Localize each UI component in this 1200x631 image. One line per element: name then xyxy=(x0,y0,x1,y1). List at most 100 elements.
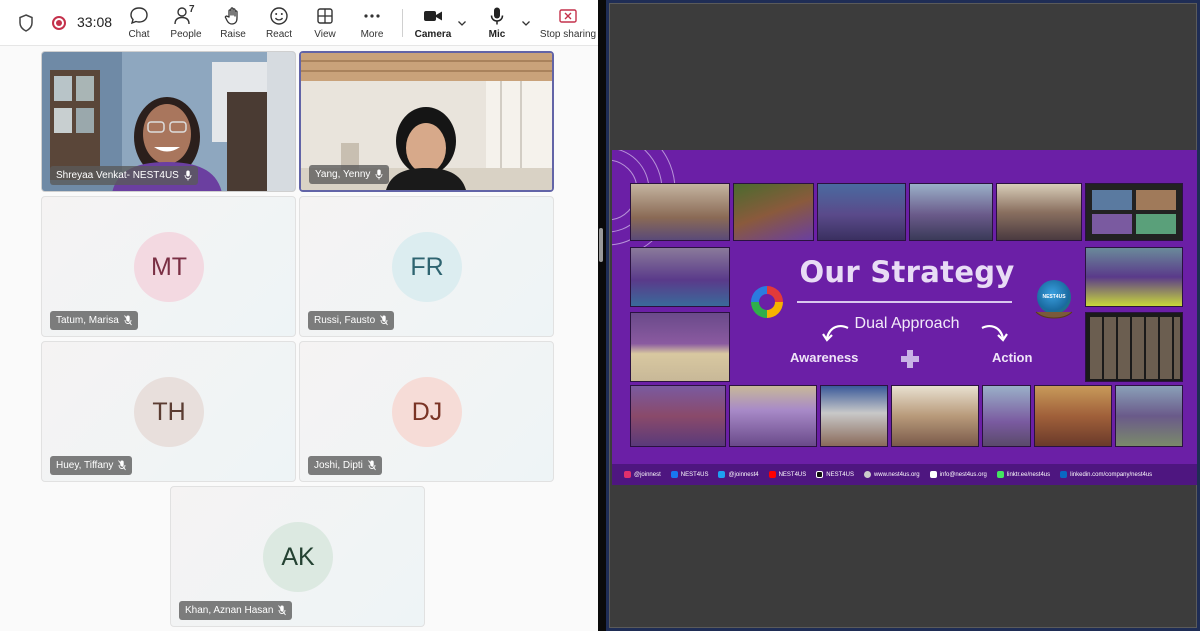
participant-name: Yang, Yenny xyxy=(315,169,371,180)
instagram-icon xyxy=(624,471,631,478)
resize-handle[interactable] xyxy=(599,228,603,262)
camera-button[interactable]: Camera xyxy=(414,0,452,46)
mic-muted-icon xyxy=(380,315,389,326)
footer-text: info@nest4us.org xyxy=(939,471,987,478)
nest4us-logo-text: NEST4US xyxy=(1042,294,1066,300)
people-count: 7 xyxy=(189,4,195,15)
photo-collage-item xyxy=(630,312,730,382)
participant-name-tag: Russi, Fausto xyxy=(308,311,395,330)
people-button[interactable]: 7 People xyxy=(168,0,204,46)
participant-tile[interactable]: DJ Joshi, Dipti xyxy=(299,341,554,482)
linktree-icon xyxy=(996,471,1004,478)
camera-options-button[interactable] xyxy=(455,0,469,46)
mic-muted-icon xyxy=(118,460,127,471)
participant-name: Tatum, Marisa xyxy=(56,315,119,326)
view-button[interactable]: View xyxy=(310,0,340,46)
mic-label: Mic xyxy=(488,29,506,40)
mic-button[interactable]: Mic xyxy=(482,0,512,46)
microphone-icon xyxy=(490,7,504,25)
microphone-icon xyxy=(375,169,383,180)
footer-website[interactable]: www.nest4us.org xyxy=(863,471,920,478)
participant-name-tag: Huey, Tiffany xyxy=(50,456,133,475)
footer-social-tiktok[interactable]: NEST4US xyxy=(816,471,854,478)
participant-tile[interactable]: MT Tatum, Marisa xyxy=(41,196,296,337)
avatar: TH xyxy=(134,377,204,447)
more-button[interactable]: More xyxy=(357,0,387,46)
microphone-icon xyxy=(184,170,192,181)
footer-linktree[interactable]: linktr.ee/nest4us xyxy=(996,471,1051,478)
panel-divider xyxy=(598,0,606,631)
avatar: AK xyxy=(263,522,333,592)
footer-text: @joinnest4 xyxy=(728,471,759,478)
footer-linkedin[interactable]: linkedin.com/company/nest4us xyxy=(1060,471,1152,478)
participant-name: Shreyaa Venkat- NEST4US xyxy=(56,170,179,181)
raise-hand-button[interactable]: Raise xyxy=(218,0,248,46)
meeting-toolbar: 33:08 Chat 7 People Raise React View Mor… xyxy=(0,0,598,46)
toolbar-divider xyxy=(402,9,403,37)
stop-sharing-button[interactable]: Stop sharing xyxy=(540,0,596,46)
action-label: Action xyxy=(992,350,1033,365)
participant-name-tag: Tatum, Marisa xyxy=(50,311,138,330)
plus-icon xyxy=(901,350,919,368)
shared-screen-panel: Our Strategy Dual Approach Awareness Act… xyxy=(606,0,1200,631)
raise-label: Raise xyxy=(220,29,246,40)
participant-name: Khan, Aznan Hasan xyxy=(185,605,274,616)
title-underline xyxy=(797,301,1012,303)
mic-options-button[interactable] xyxy=(519,0,533,46)
mic-muted-icon xyxy=(123,315,132,326)
stop-sharing-icon xyxy=(559,9,577,23)
presentation-slide: Our Strategy Dual Approach Awareness Act… xyxy=(612,150,1197,485)
footer-text: NEST4US xyxy=(680,471,709,478)
footer-social-facebook[interactable]: NEST4US xyxy=(670,471,709,478)
footer-text: @joinnest xyxy=(634,471,661,478)
footer-social-youtube[interactable]: NEST4US xyxy=(768,471,806,478)
participant-video-tile-active[interactable]: Yang, Yenny xyxy=(299,51,554,192)
mail-icon xyxy=(929,471,937,478)
participant-name-tag: Yang, Yenny xyxy=(309,165,390,184)
globe-icon xyxy=(863,471,871,478)
react-button[interactable]: React xyxy=(264,0,294,46)
participant-tile[interactable]: FR Russi, Fausto xyxy=(299,196,554,337)
camera-icon xyxy=(424,11,442,21)
participant-tile[interactable]: AK Khan, Aznan Hasan xyxy=(170,486,425,627)
chat-button[interactable]: Chat xyxy=(124,0,154,46)
linkedin-icon xyxy=(1060,471,1068,478)
footer-text: www.nest4us.org xyxy=(873,471,920,478)
photo-collage-item xyxy=(1034,385,1112,447)
participant-name: Huey, Tiffany xyxy=(56,460,114,471)
youtube-icon xyxy=(768,471,776,478)
footer-text: linktr.ee/nest4us xyxy=(1006,471,1051,478)
mic-muted-icon xyxy=(368,460,376,471)
shield-icon[interactable] xyxy=(18,14,34,32)
more-label: More xyxy=(360,29,384,40)
participant-name-tag: Joshi, Dipti xyxy=(308,456,382,475)
avatar: FR xyxy=(392,232,462,302)
participant-video-tile[interactable]: Shreyaa Venkat- NEST4US xyxy=(41,51,296,192)
footer-social-twitter[interactable]: @joinnest4 xyxy=(718,471,759,478)
chevron-down-icon xyxy=(458,21,466,26)
photo-collage-item xyxy=(1085,183,1183,241)
curved-arrow-left-icon xyxy=(822,325,849,342)
grid-view-icon xyxy=(317,8,333,24)
photo-collage-item xyxy=(891,385,979,447)
screen: 33:08 Chat 7 People Raise React View Mor… xyxy=(0,0,1200,631)
participant-tile[interactable]: TH Huey, Tiffany xyxy=(41,341,296,482)
photo-collage-item xyxy=(630,183,730,241)
photo-collage-item xyxy=(1085,312,1183,382)
facebook-icon xyxy=(670,471,678,478)
chat-icon xyxy=(130,7,148,25)
mic-muted-icon xyxy=(278,605,287,616)
camera-label: Camera xyxy=(414,29,452,40)
react-label: React xyxy=(265,29,293,40)
meeting-panel: 33:08 Chat 7 People Raise React View Mor… xyxy=(0,0,598,631)
people-label: People xyxy=(170,29,202,40)
footer-text: NEST4US xyxy=(826,471,854,478)
meeting-timer: 33:08 xyxy=(77,14,113,30)
chat-label: Chat xyxy=(128,29,150,40)
photo-collage-item xyxy=(733,183,814,241)
avatar: DJ xyxy=(392,377,462,447)
footer-email[interactable]: info@nest4us.org xyxy=(929,471,987,478)
footer-social-instagram[interactable]: @joinnest xyxy=(624,471,661,478)
recording-icon xyxy=(52,16,66,30)
community-wheel-logo-icon xyxy=(751,286,783,318)
